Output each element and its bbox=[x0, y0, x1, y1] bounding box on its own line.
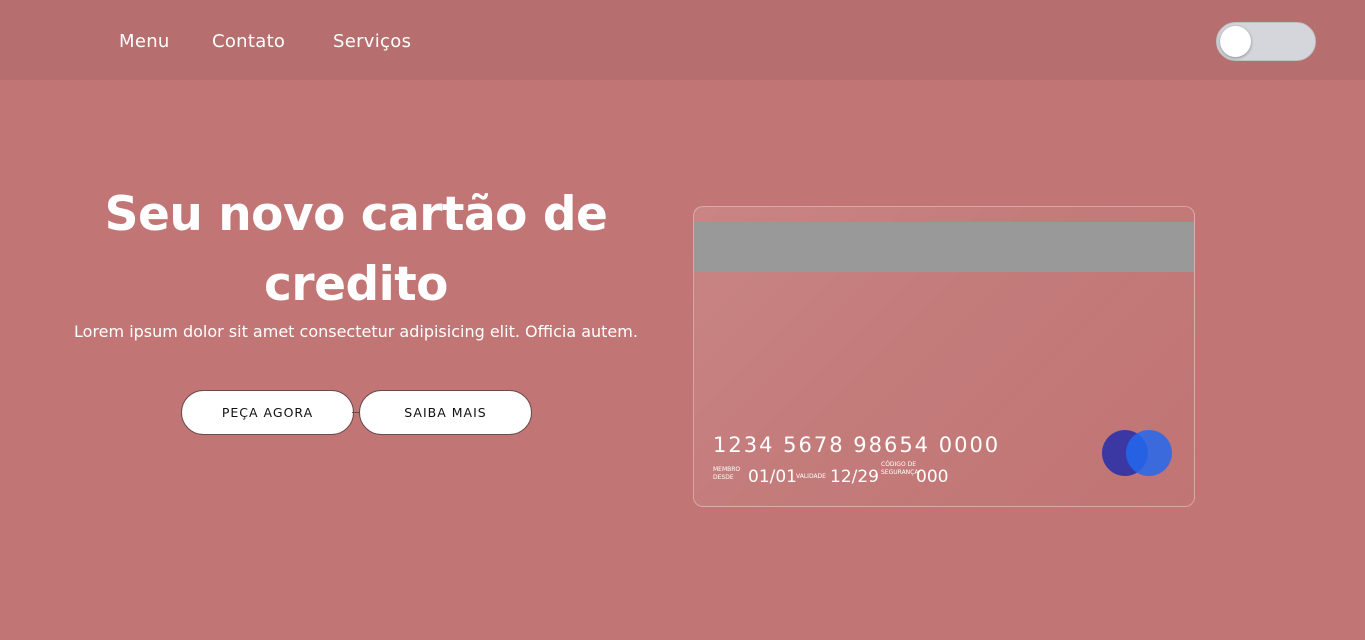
card-number: 1234 5678 98654 0000 bbox=[713, 433, 1001, 457]
theme-toggle[interactable] bbox=[1216, 22, 1316, 61]
member-since-value: 01/01 bbox=[748, 467, 797, 487]
order-now-button[interactable]: PEÇA AGORA bbox=[181, 390, 354, 435]
toggle-knob bbox=[1220, 26, 1251, 57]
security-code-label: CÓDIGO DE SEGURANÇA bbox=[881, 461, 919, 476]
member-since-label: MEMBRO DESDE bbox=[713, 466, 741, 481]
validity-label: VALIDADE bbox=[796, 473, 826, 480]
card-details: MEMBRO DESDE 01/01 VALIDADE 12/29 CÓDIGO… bbox=[713, 461, 1013, 491]
card-brand-icon bbox=[1102, 430, 1174, 476]
credit-card: 1234 5678 98654 0000 MEMBRO DESDE 01/01 … bbox=[693, 206, 1195, 507]
magnetic-stripe bbox=[694, 222, 1194, 272]
navbar: Menu Contato Serviços bbox=[0, 0, 1365, 80]
brand-circle-right bbox=[1126, 430, 1172, 476]
validity-value: 12/29 bbox=[830, 467, 879, 487]
hero-description: Lorem ipsum dolor sit amet consectetur a… bbox=[74, 322, 638, 341]
security-code-value: 000 bbox=[916, 467, 949, 487]
nav-link-servicos[interactable]: Serviços bbox=[333, 31, 411, 53]
hero-title: Seu novo cartão de credito bbox=[104, 187, 608, 312]
learn-more-button[interactable]: SAIBA MAIS bbox=[359, 390, 532, 435]
nav-link-menu[interactable]: Menu bbox=[119, 31, 170, 53]
nav-link-contato[interactable]: Contato bbox=[212, 31, 285, 53]
